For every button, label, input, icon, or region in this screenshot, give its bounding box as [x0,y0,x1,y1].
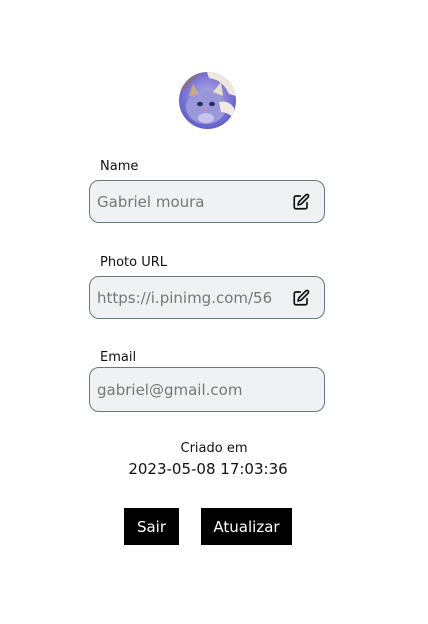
update-button[interactable]: Atualizar [201,508,292,545]
email-field-container [89,367,325,412]
name-input[interactable] [90,181,272,222]
photo-url-field-container [89,276,325,319]
profile-page: Name Photo URL Email Criado em 2023-05-0… [0,0,428,624]
email-input[interactable] [90,368,318,411]
avatar [179,72,236,129]
photo-url-input[interactable] [90,277,272,318]
logout-button[interactable]: Sair [124,508,179,545]
photo-url-label: Photo URL [100,255,168,270]
created-at-value: 2023-05-08 17:03:36 [128,460,288,478]
created-at-label: Criado em [180,441,248,456]
avatar-image [179,72,236,129]
name-field-container [89,180,325,223]
edit-photo-url-icon[interactable] [292,289,310,307]
email-label: Email [100,350,137,365]
edit-name-icon[interactable] [292,193,310,211]
name-label: Name [100,159,139,174]
